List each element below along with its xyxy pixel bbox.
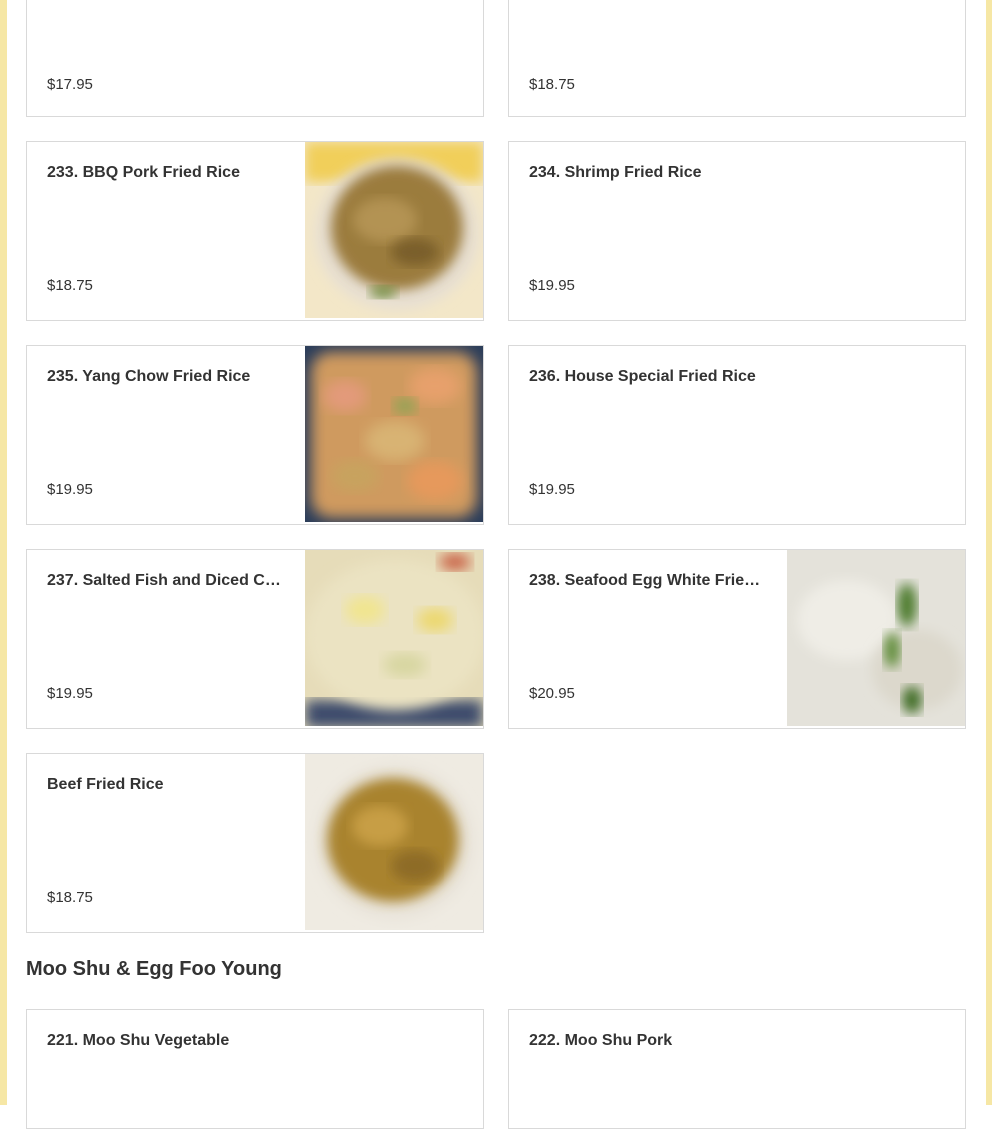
menu-item-card[interactable]: 236. House Special Fried Rice $19.95 <box>508 345 966 525</box>
item-name: 221. Moo Shu Vegetable <box>47 1032 230 1049</box>
menu-item-card[interactable]: 222. Moo Shu Pork <box>508 1009 966 1129</box>
item-price: $17.95 <box>47 76 93 93</box>
menu-item-card[interactable]: $17.95 <box>26 0 484 117</box>
food-photo <box>305 754 483 930</box>
menu-item-card[interactable]: 237. Salted Fish and Diced C… $19.95 <box>26 549 484 729</box>
item-price: $20.95 <box>529 685 575 702</box>
menu-item-card[interactable]: $18.75 <box>508 0 966 117</box>
item-name: 233. BBQ Pork Fried Rice <box>47 164 240 181</box>
food-photo <box>305 142 483 318</box>
item-price: $19.95 <box>529 277 575 294</box>
item-price: $19.95 <box>529 481 575 498</box>
menu-item-card[interactable]: 238. Seafood Egg White Frie… $20.95 <box>508 549 966 729</box>
item-name: Beef Fried Rice <box>47 776 164 793</box>
right-border-strip <box>986 0 992 1105</box>
food-photo <box>305 346 483 522</box>
menu-item-card[interactable]: 235. Yang Chow Fried Rice $19.95 <box>26 345 484 525</box>
menu-item-card[interactable]: Beef Fried Rice $18.75 <box>26 753 484 933</box>
item-name: 237. Salted Fish and Diced C… <box>47 572 281 589</box>
item-name: 234. Shrimp Fried Rice <box>529 164 702 181</box>
menu-item-card[interactable]: 233. BBQ Pork Fried Rice $18.75 <box>26 141 484 321</box>
menu-item-card[interactable]: 234. Shrimp Fried Rice $19.95 <box>508 141 966 321</box>
item-price: $18.75 <box>47 889 93 906</box>
left-border-strip <box>0 0 7 1105</box>
item-name: 238. Seafood Egg White Frie… <box>529 572 761 589</box>
item-price: $19.95 <box>47 481 93 498</box>
item-name: 235. Yang Chow Fried Rice <box>47 368 251 385</box>
item-price: $18.75 <box>47 277 93 294</box>
item-name: 222. Moo Shu Pork <box>529 1032 673 1049</box>
food-photo <box>787 550 965 726</box>
section-title: Moo Shu & Egg Foo Young <box>26 958 282 980</box>
item-price: $19.95 <box>47 685 93 702</box>
food-photo <box>305 550 483 726</box>
menu-item-card[interactable]: 221. Moo Shu Vegetable <box>26 1009 484 1129</box>
item-price: $18.75 <box>529 76 575 93</box>
item-name: 236. House Special Fried Rice <box>529 368 756 385</box>
